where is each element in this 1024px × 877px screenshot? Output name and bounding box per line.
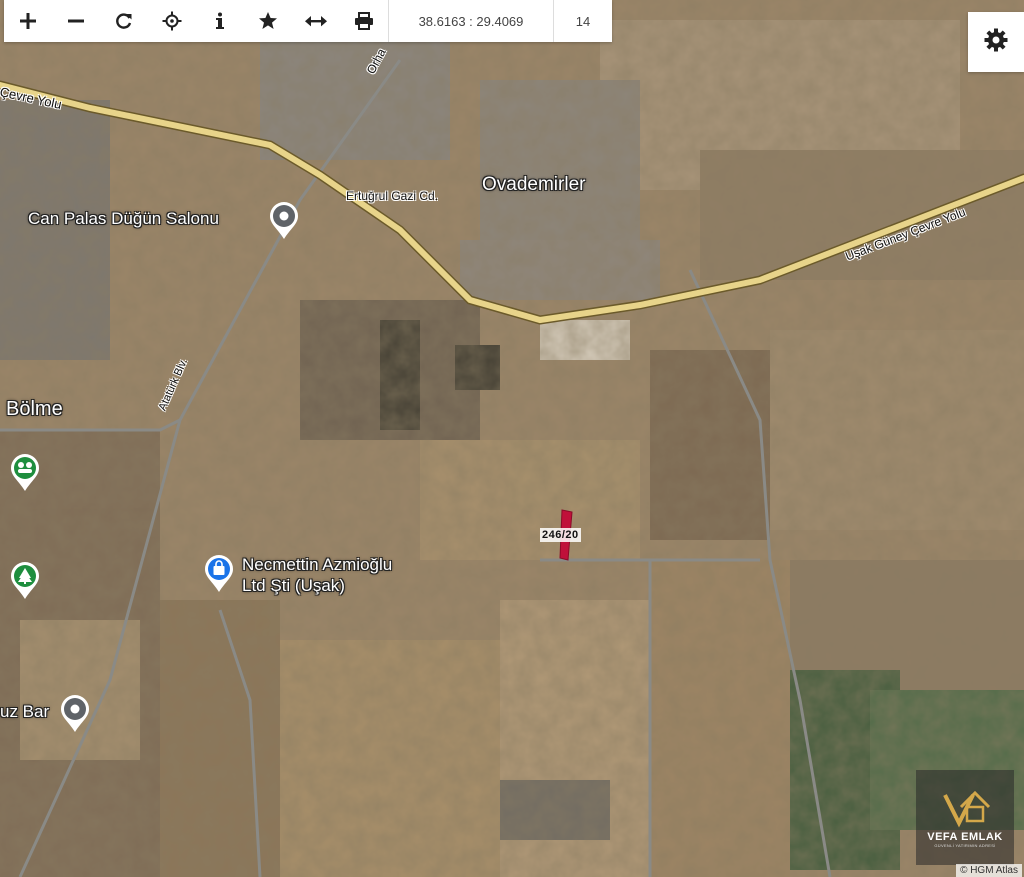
- shopping-bag-icon: [205, 555, 233, 592]
- minus-icon: [67, 12, 85, 30]
- print-button[interactable]: [340, 0, 388, 42]
- info-button[interactable]: [196, 0, 244, 42]
- parcel-label: 246/20: [540, 528, 581, 542]
- gear-icon: [984, 28, 1008, 57]
- arrows-horizontal-icon: [305, 14, 327, 28]
- star-icon: [258, 11, 278, 31]
- locate-button[interactable]: [148, 0, 196, 42]
- zoom-in-button[interactable]: [4, 0, 52, 42]
- map-toolbar: 38.6163 : 29.4069 14: [4, 0, 612, 42]
- road-label-ertugrul-gazi: Ertuğrul Gazi Cd.: [346, 189, 439, 203]
- poi-pin-bar[interactable]: [58, 693, 92, 733]
- plus-icon: [19, 12, 37, 30]
- poi-label-bar: uz Bar: [0, 702, 50, 721]
- park-icon: [11, 454, 39, 491]
- printer-icon: [354, 12, 374, 30]
- crosshair-icon: [162, 11, 182, 31]
- measure-button[interactable]: [292, 0, 340, 42]
- place-label-bolme: Bölme: [6, 398, 63, 420]
- poi-pin-can-palas[interactable]: [267, 200, 301, 240]
- poi-label-can-palas: Can Palas Düğün Salonu: [28, 209, 219, 228]
- location-pin-icon: [61, 695, 89, 732]
- vefa-logo-icon: [943, 790, 991, 828]
- vefa-emlak-watermark: VEFA EMLAK GÜVENLİ YATIRIMIN ADRESİ: [916, 770, 1014, 865]
- refresh-button[interactable]: [100, 0, 148, 42]
- location-pin-icon: [270, 202, 298, 239]
- poi-pin-necmettin-shop[interactable]: [202, 553, 236, 593]
- settings-button[interactable]: [968, 12, 1024, 72]
- place-label-ovademirler: Ovademirler: [482, 174, 586, 195]
- map-attribution[interactable]: © HGM Atlas: [956, 864, 1022, 877]
- zoom-level-readout: 14: [553, 0, 612, 42]
- tree-icon: [11, 562, 39, 599]
- watermark-tagline: GÜVENLİ YATIRIMIN ADRESİ: [934, 843, 996, 848]
- coordinates-readout: 38.6163 : 29.4069: [388, 0, 553, 42]
- zoom-out-button[interactable]: [52, 0, 100, 42]
- refresh-icon: [115, 12, 133, 30]
- poi-label-necmettin-line1: Necmettin Azmioğlu: [242, 555, 393, 574]
- poi-pin-park[interactable]: [8, 452, 42, 492]
- poi-label-necmettin-line2: Ltd Şti (Uşak): [242, 576, 345, 595]
- info-icon: [213, 12, 227, 30]
- poi-pin-tree[interactable]: [8, 560, 42, 600]
- favorite-button[interactable]: [244, 0, 292, 42]
- satellite-map[interactable]: [0, 0, 1024, 877]
- watermark-name: VEFA EMLAK: [927, 831, 1003, 843]
